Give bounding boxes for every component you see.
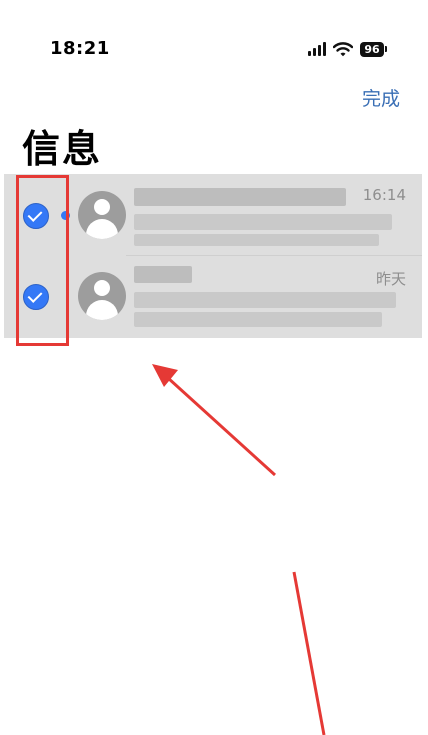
avatar-placeholder-icon — [78, 272, 126, 320]
message-timestamp: 昨天 — [375, 270, 406, 288]
message-timestamp: 16:14 — [362, 186, 406, 204]
wifi-icon — [333, 41, 353, 56]
contact-name-redacted — [134, 266, 192, 283]
status-bar: 18:21 96 — [0, 0, 428, 70]
avatar-placeholder-icon — [78, 191, 126, 239]
message-preview-redacted — [134, 234, 379, 246]
done-button[interactable]: 完成 — [362, 84, 400, 111]
status-icons: 96 — [308, 40, 387, 58]
page-title: 信息 — [22, 127, 103, 171]
message-preview-redacted — [134, 312, 382, 327]
message-preview-redacted — [134, 214, 392, 230]
contact-name-redacted — [134, 188, 346, 206]
signal-icon — [308, 42, 326, 56]
battery-level: 96 — [360, 41, 384, 57]
battery-icon: 96 — [360, 41, 387, 57]
message-preview-redacted — [134, 292, 396, 308]
annotation-highlight-box — [16, 175, 69, 346]
status-time: 18:21 — [50, 38, 110, 59]
